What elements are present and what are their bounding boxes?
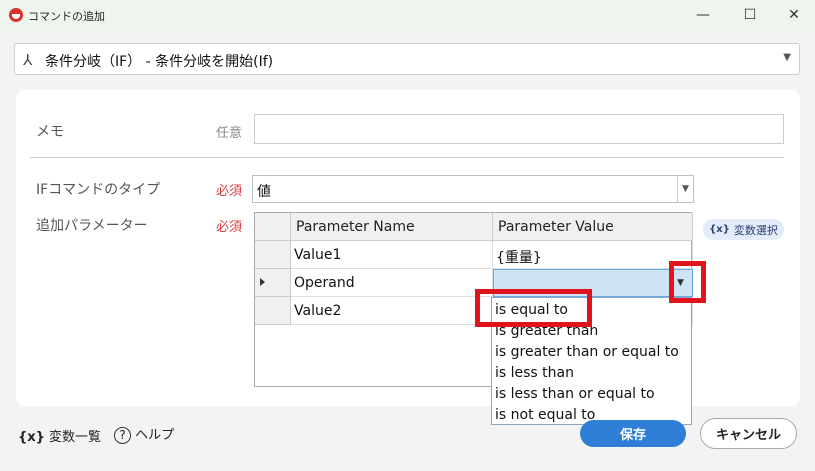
highlight-box-dropdown-button — [669, 261, 706, 303]
help-link[interactable]: ? ヘルプ — [114, 424, 174, 444]
row-header[interactable] — [255, 269, 291, 297]
cancel-button[interactable]: キャンセル — [700, 418, 797, 449]
variable-icon: {x} — [18, 430, 45, 445]
chevron-down-icon: ▼ — [783, 52, 791, 63]
command-select-value: 条件分岐（IF） - 条件分岐を開始(If) — [45, 54, 274, 70]
variable-list-label: 変数一覧 — [49, 430, 102, 445]
close-button[interactable]: ✕ — [771, 0, 815, 30]
maximize-button[interactable]: ☐ — [727, 0, 773, 30]
if-type-select[interactable]: 値 ▼ — [252, 175, 694, 203]
help-label: ヘルプ — [135, 428, 175, 443]
param-value-cell[interactable]: {重量} — [493, 241, 693, 269]
params-label: 追加パラメーター — [36, 218, 148, 234]
highlight-box-option — [475, 289, 592, 327]
param-name-cell[interactable]: Value2 — [291, 297, 493, 325]
app-logo-icon — [9, 8, 23, 22]
param-name-cell[interactable]: Value1 — [291, 241, 493, 269]
variable-select-button[interactable]: {x} 変数選択 — [703, 219, 784, 240]
help-icon: ? — [114, 427, 131, 444]
variable-select-label: 変数選択 — [733, 223, 778, 237]
column-header-name: Parameter Name — [291, 213, 493, 241]
current-row-icon — [260, 278, 265, 286]
dropdown-option[interactable]: is not equal to — [495, 407, 595, 423]
param-name-cell[interactable]: Operand — [291, 269, 493, 297]
memo-label: メモ — [36, 124, 64, 140]
grid-corner — [255, 213, 291, 241]
branch-icon: ⅄ — [23, 51, 33, 69]
if-type-label: IFコマンドのタイプ — [36, 182, 161, 198]
dropdown-option[interactable]: is greater than or equal to — [495, 344, 679, 360]
memo-optional-tag: 任意 — [216, 126, 243, 141]
if-type-value: 値 — [257, 184, 271, 200]
if-type-required-tag: 必須 — [216, 184, 243, 199]
dropdown-option[interactable]: is less than — [495, 365, 574, 381]
row-header[interactable] — [255, 241, 291, 269]
window-title: コマンドの追加 — [28, 10, 105, 23]
row-header[interactable] — [255, 297, 291, 325]
memo-input[interactable] — [254, 114, 784, 144]
variable-list-link[interactable]: {x} 変数一覧 — [18, 426, 101, 445]
dropdown-option[interactable]: is less than or equal to — [495, 386, 655, 402]
command-select[interactable]: ⅄ 条件分岐（IF） - 条件分岐を開始(If) ▼ — [14, 43, 800, 75]
title-bar: コマンドの追加 — ☐ ✕ — [0, 0, 815, 30]
column-header-value: Parameter Value — [493, 213, 693, 241]
variable-icon: {x} — [709, 224, 730, 235]
save-button[interactable]: 保存 — [580, 420, 686, 447]
params-required-tag: 必須 — [216, 220, 243, 235]
chevron-down-icon[interactable]: ▼ — [677, 176, 693, 202]
minimize-button[interactable]: — — [680, 0, 726, 30]
divider — [30, 157, 784, 158]
